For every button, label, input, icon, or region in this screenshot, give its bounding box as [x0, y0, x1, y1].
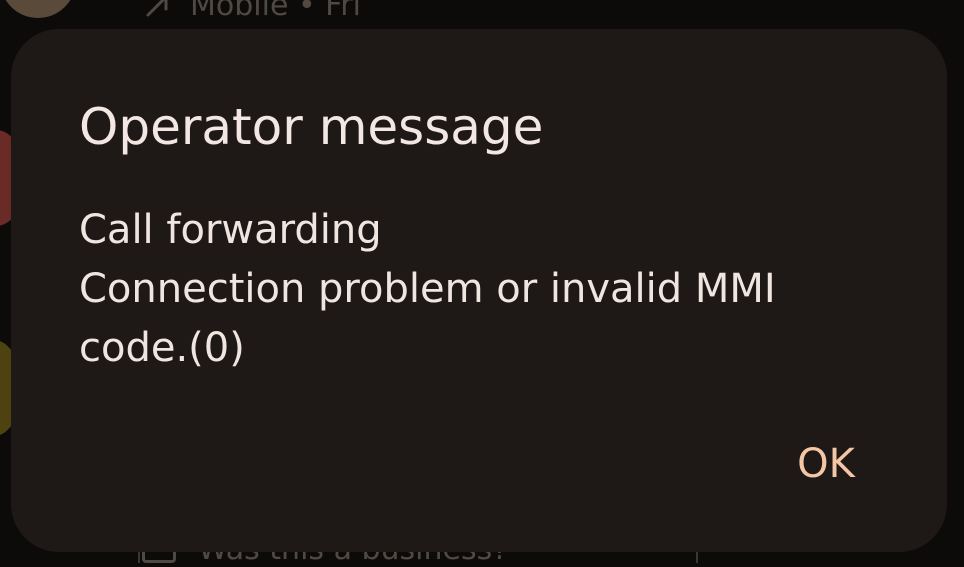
message-line: Connection problem or invalid MMI — [79, 266, 776, 312]
message-line: Call forwarding — [79, 207, 382, 253]
call-log-details: Mobile • Fri — [190, 0, 361, 23]
call-log-entry: Mobile • Fri — [142, 0, 361, 23]
message-line: code.(0) — [79, 325, 245, 371]
ok-button[interactable]: OK — [771, 431, 881, 497]
dialog-message: Call forwarding Connection problem or in… — [79, 201, 899, 378]
dialog-title: Operator message — [79, 98, 544, 156]
contact-avatar — [0, 0, 76, 18]
operator-message-dialog: Operator message Call forwarding Connect… — [11, 29, 947, 552]
outgoing-call-arrow-icon — [146, 0, 168, 16]
